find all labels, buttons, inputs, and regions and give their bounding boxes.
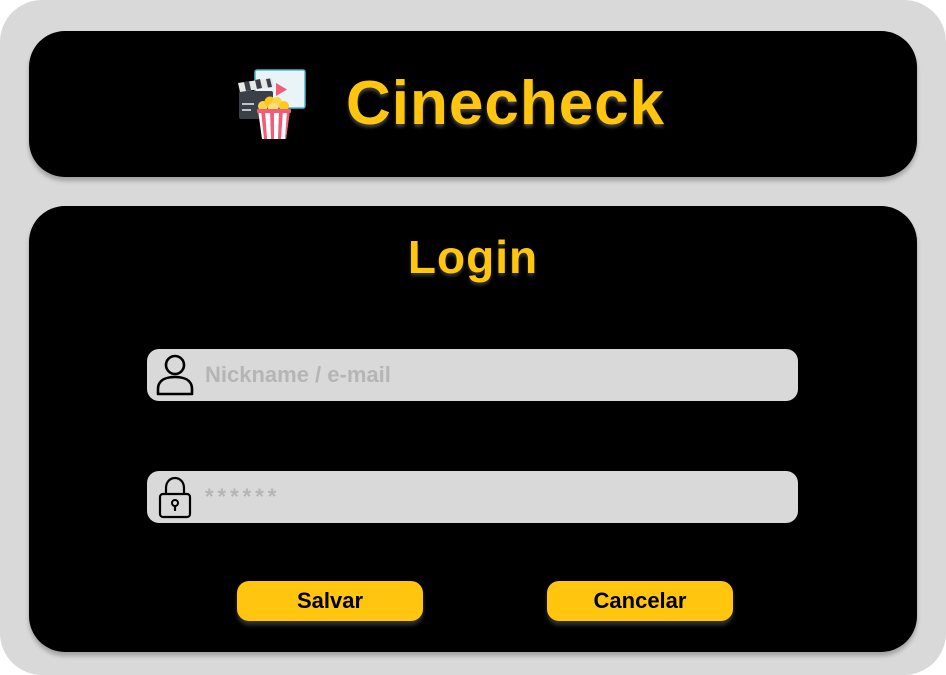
username-input[interactable] bbox=[205, 349, 785, 401]
password-input[interactable] bbox=[205, 471, 785, 523]
user-icon bbox=[156, 354, 194, 396]
password-field bbox=[147, 471, 798, 523]
app-title: Cinecheck bbox=[346, 69, 666, 138]
lock-icon bbox=[158, 476, 192, 519]
username-field bbox=[147, 349, 798, 401]
cinema-popcorn-icon bbox=[238, 69, 306, 139]
cancel-button[interactable]: Cancelar bbox=[547, 581, 733, 621]
save-button[interactable]: Salvar bbox=[237, 581, 423, 621]
login-title: Login bbox=[407, 231, 539, 283]
